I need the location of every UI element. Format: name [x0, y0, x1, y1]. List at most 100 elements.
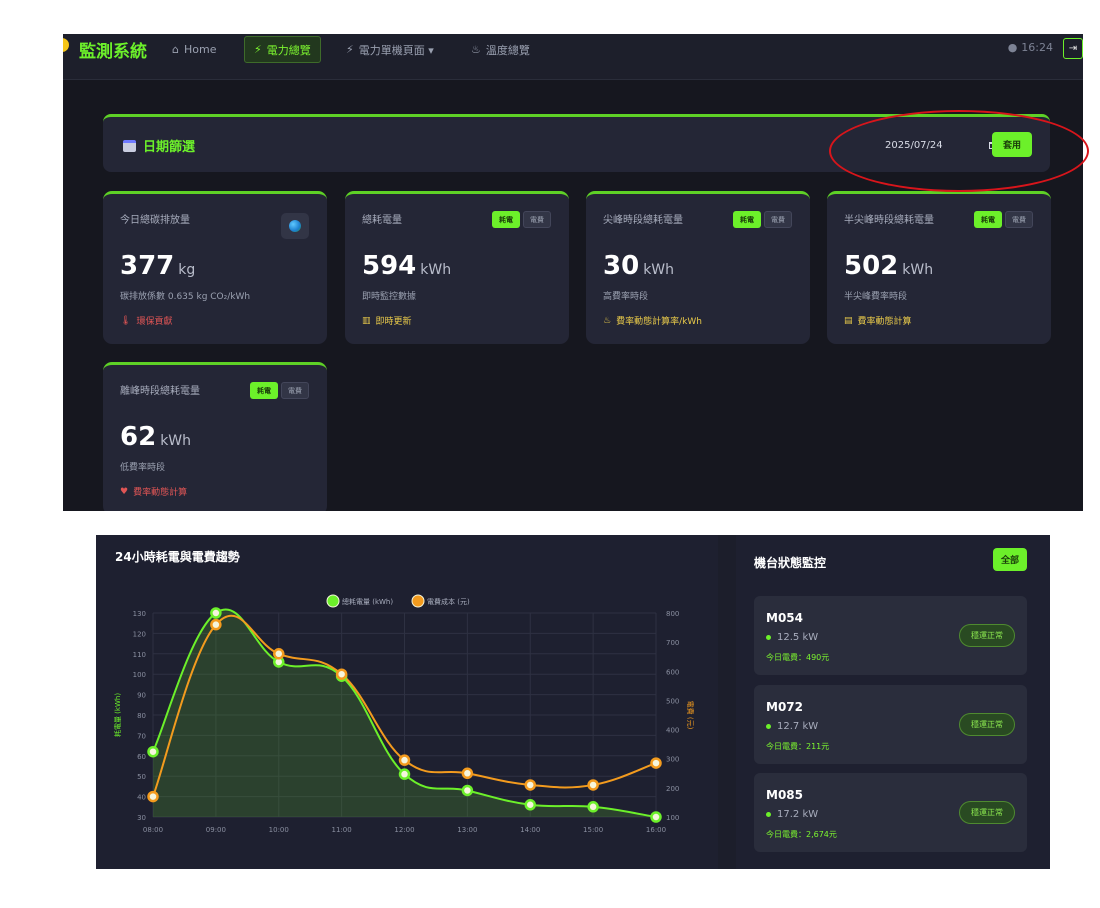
- metric-card: 半尖峰時段總耗電量 耗電 電費 502 kWh 半尖峰費率時段 ▤ 費率動態計算: [827, 191, 1051, 344]
- card-subtitle: 低費率時段: [120, 463, 166, 473]
- legend-label: 總耗電量 (kWh): [342, 597, 393, 606]
- data-point: [461, 784, 474, 797]
- plug-icon: ⚡: [346, 43, 354, 56]
- machine-id: M085: [766, 788, 803, 802]
- toggle-consumption[interactable]: 耗電: [492, 211, 520, 228]
- chart-icon: ▥: [362, 315, 371, 326]
- card-footer: ▥ 即時更新: [362, 314, 412, 328]
- card-number: 30: [603, 251, 640, 281]
- card-title: 尖峰時段總耗電量: [603, 215, 683, 226]
- card-footer-text: 環保貢獻: [136, 317, 173, 327]
- x-tick-label: 16:00: [646, 826, 666, 834]
- status-panel-title: 機台狀態監控: [754, 556, 827, 570]
- machine-status-badge[interactable]: 穩運正常: [959, 801, 1015, 824]
- y-tick-label: 60: [137, 753, 146, 761]
- y2-tick-label: 200: [666, 785, 679, 793]
- machine-power-value: 12.5 kW: [777, 632, 819, 643]
- card-unit: kWh: [420, 262, 452, 278]
- card-title: 離峰時段總耗電量: [120, 386, 200, 397]
- filter-all-button[interactable]: 全部: [993, 548, 1027, 571]
- dashboard-top: 監測系統 ⌂ Home ⚡ 電力總覽 ⚡ 電力單機頁面 ▾ ♨ 溫度總覽 ● 1…: [63, 34, 1083, 511]
- data-point: [587, 801, 599, 813]
- machine-card[interactable]: M085 17.2 kW 今日電費：2,674元 穩運正常: [754, 773, 1027, 852]
- y-tick-label: 100: [133, 671, 146, 679]
- y2-tick-label: 300: [666, 756, 679, 764]
- y-tick-label: 130: [133, 610, 146, 618]
- card-number: 502: [844, 251, 899, 281]
- machine-status-badge[interactable]: 穩運正常: [959, 624, 1015, 647]
- card-unit: kWh: [160, 433, 192, 449]
- x-tick-label: 14:00: [520, 826, 540, 834]
- toggle-cost[interactable]: 電費: [523, 211, 551, 228]
- toggle-consumption[interactable]: 耗電: [733, 211, 761, 228]
- data-point: [398, 768, 411, 780]
- card-number: 377: [120, 251, 175, 281]
- clock-display: ● 16:24: [1008, 41, 1053, 54]
- legend-label: 電費成本 (元): [427, 597, 470, 606]
- y2-tick-label: 100: [666, 814, 679, 822]
- card-subtitle: 高費率時段: [603, 292, 649, 302]
- nav-power-single-dropdown[interactable]: ⚡ 電力單機頁面 ▾: [337, 36, 443, 63]
- metric-toggle: 耗電 電費: [250, 382, 309, 399]
- machine-status-panel: 機台狀態監控 全部 M054 12.5 kW 今日電費：490元 穩運正常 M0…: [736, 535, 1050, 869]
- card-subtitle: 即時監控數據: [362, 292, 417, 302]
- nav-label: Home: [183, 43, 217, 56]
- machine-status-badge[interactable]: 穩運正常: [959, 713, 1015, 736]
- status-dot-icon: [766, 724, 771, 729]
- clock-time: 16:24: [1021, 41, 1053, 54]
- toggle-consumption[interactable]: 耗電: [974, 211, 1002, 228]
- data-point: [587, 779, 599, 791]
- flame-icon: ♨: [471, 43, 481, 56]
- machine-card[interactable]: M072 12.7 kW 今日電費：211元 穩運正常: [754, 685, 1027, 764]
- machine-power: 12.7 kW: [766, 721, 818, 732]
- nav-power-overview[interactable]: ⚡ 電力總覽: [244, 36, 321, 63]
- toggle-consumption[interactable]: 耗電: [250, 382, 278, 399]
- machine-today-cost: 今日電費：2,674元: [766, 830, 837, 839]
- card-footer: ♨ 費率動態計算率/kWh: [603, 314, 702, 328]
- y2-tick-label: 500: [666, 697, 679, 705]
- y-tick-label: 90: [137, 692, 146, 700]
- y-tick-label: 70: [137, 732, 146, 740]
- nav-label: 電力總覽: [266, 43, 311, 57]
- metric-toggle: 耗電 電費: [974, 211, 1033, 228]
- card-title: 半尖峰時段總耗電量: [844, 215, 934, 226]
- card-value: 502 kWh: [844, 251, 933, 281]
- card-subtitle: 半尖峰費率時段: [844, 292, 908, 302]
- nav-home[interactable]: ⌂ Home: [163, 36, 225, 63]
- y-axis-title: 耗電量 (kWh): [114, 693, 122, 737]
- card-unit: kWh: [902, 262, 934, 278]
- machine-id: M072: [766, 700, 803, 714]
- y2-tick-label: 800: [666, 610, 679, 618]
- nav-temperature-overview[interactable]: ♨ 溫度總覽: [462, 36, 539, 63]
- logout-button[interactable]: ⇥: [1063, 38, 1083, 59]
- x-tick-label: 12:00: [394, 826, 414, 834]
- clock-icon: ●: [1007, 41, 1018, 54]
- globe-icon: [281, 213, 309, 239]
- y-tick-label: 30: [137, 814, 146, 822]
- data-point: [210, 618, 222, 631]
- date-filter-heading: 日期篩選: [123, 136, 195, 155]
- toggle-cost[interactable]: 電費: [1005, 211, 1033, 228]
- logout-icon: ⇥: [1068, 43, 1078, 54]
- machine-card[interactable]: M054 12.5 kW 今日電費：490元 穩運正常: [754, 596, 1027, 675]
- x-tick-label: 11:00: [332, 826, 352, 834]
- data-point: [147, 745, 159, 758]
- metric-card: 離峰時段總耗電量 耗電 電費 62 kWh 低費率時段 ♥ 費率動態計算: [103, 362, 327, 511]
- toggle-cost[interactable]: 電費: [281, 382, 309, 399]
- y-tick-label: 80: [137, 712, 146, 720]
- data-point: [398, 754, 411, 766]
- x-tick-label: 15:00: [583, 826, 603, 834]
- flame-icon: ♨: [603, 315, 612, 326]
- data-point: [650, 757, 662, 769]
- calendar-icon: [123, 139, 136, 152]
- card-footer-text: 費率動態計算: [133, 488, 188, 498]
- card-title: 總耗電量: [362, 215, 402, 226]
- card-subtitle: 碳排放係數 0.635 kg CO₂/kWh: [120, 292, 251, 302]
- heart-icon: ♥: [120, 486, 129, 497]
- toggle-cost[interactable]: 電費: [764, 211, 792, 228]
- brand-title[interactable]: 監測系統: [79, 37, 147, 62]
- x-tick-label: 08:00: [143, 826, 163, 834]
- card-footer: 🌡 環保貢獻: [120, 314, 173, 328]
- metric-card: 今日總碳排放量 377 kg 碳排放係數 0.635 kg CO₂/kWh 🌡 …: [103, 191, 327, 344]
- metric-toggle: 耗電 電費: [733, 211, 792, 228]
